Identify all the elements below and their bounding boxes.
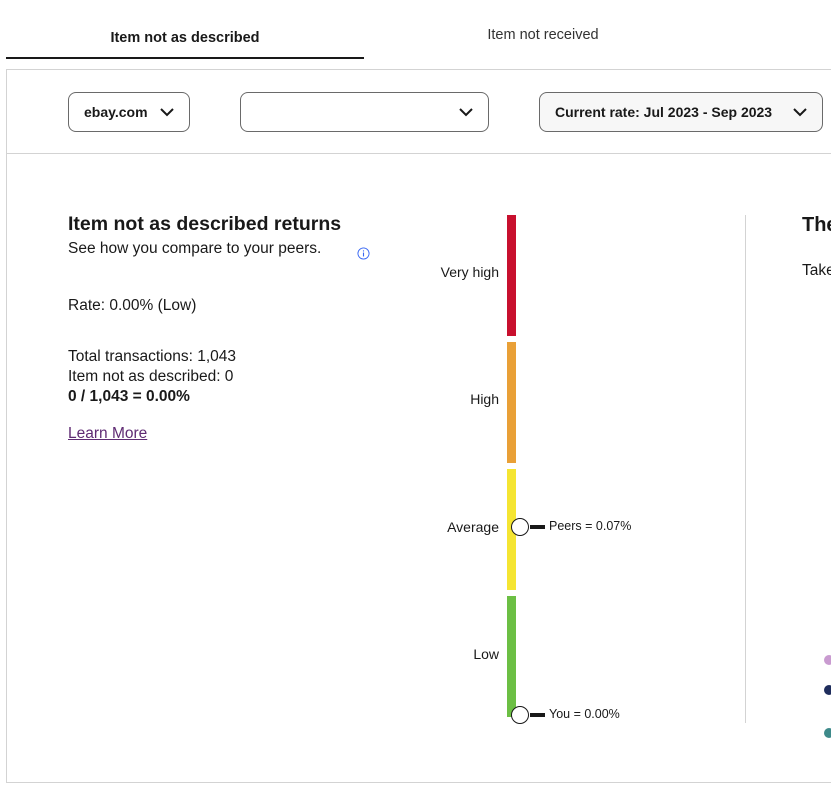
tab-label: Item not as described [110, 30, 260, 46]
site-dropdown[interactable]: ebay.com [68, 92, 190, 132]
marker-circle [511, 706, 529, 724]
right-panel-title: The [802, 214, 831, 236]
scale-segment-high [507, 342, 516, 463]
info-icon[interactable] [357, 247, 370, 260]
chevron-down-icon [793, 108, 807, 117]
tab-label: Item not received [487, 27, 599, 43]
scale-segment-very-high [507, 215, 516, 336]
filter-bar: ebay.com Current rate: Jul 2023 - Sep 20… [7, 70, 831, 154]
tab-bar: Item not as described Item not received [0, 0, 831, 60]
marker-tick [530, 713, 545, 717]
you-marker-label: You = 0.00% [549, 707, 620, 721]
column-divider [745, 215, 746, 723]
site-dropdown-value: ebay.com [84, 104, 148, 120]
peers-marker: Peers = 0.07% [511, 518, 651, 536]
legend-dot [824, 685, 831, 695]
chevron-down-icon [459, 108, 473, 117]
scale-label-high: High [470, 391, 499, 407]
scale-segment-low [507, 596, 516, 717]
marker-circle [511, 518, 529, 536]
rate-formula: 0 / 1,043 = 0.00% [68, 388, 190, 405]
section-subtitle: See how you compare to your peers. [68, 240, 322, 257]
right-panel-text: Take [802, 262, 831, 279]
legend-dot [824, 655, 831, 665]
total-transactions: Total transactions: 1,043 [68, 348, 237, 365]
item-not-as-described-count: Item not as described: 0 [68, 368, 234, 385]
period-dropdown-value: Current rate: Jul 2023 - Sep 2023 [555, 104, 773, 120]
scale-label-low: Low [473, 646, 499, 662]
peers-marker-label: Peers = 0.07% [549, 519, 632, 533]
you-marker: You = 0.00% [511, 706, 651, 724]
report-content: Item not as described returns See how yo… [7, 154, 831, 784]
chevron-down-icon [160, 108, 174, 117]
scale-label-average: Average [447, 519, 499, 535]
learn-more-link[interactable]: Learn More [68, 425, 147, 443]
tab-item-not-received[interactable]: Item not received [364, 0, 722, 60]
category-dropdown[interactable] [240, 92, 489, 132]
rate-value: Rate: 0.00% (Low) [68, 297, 197, 314]
marker-tick [530, 525, 545, 529]
legend-dot [824, 728, 831, 738]
period-dropdown[interactable]: Current rate: Jul 2023 - Sep 2023 [539, 92, 823, 132]
tab-item-not-as-described[interactable]: Item not as described [6, 0, 364, 60]
scale-label-very-high: Very high [440, 264, 499, 280]
section-title: Item not as described returns [68, 213, 342, 235]
report-panel: ebay.com Current rate: Jul 2023 - Sep 20… [6, 69, 831, 783]
